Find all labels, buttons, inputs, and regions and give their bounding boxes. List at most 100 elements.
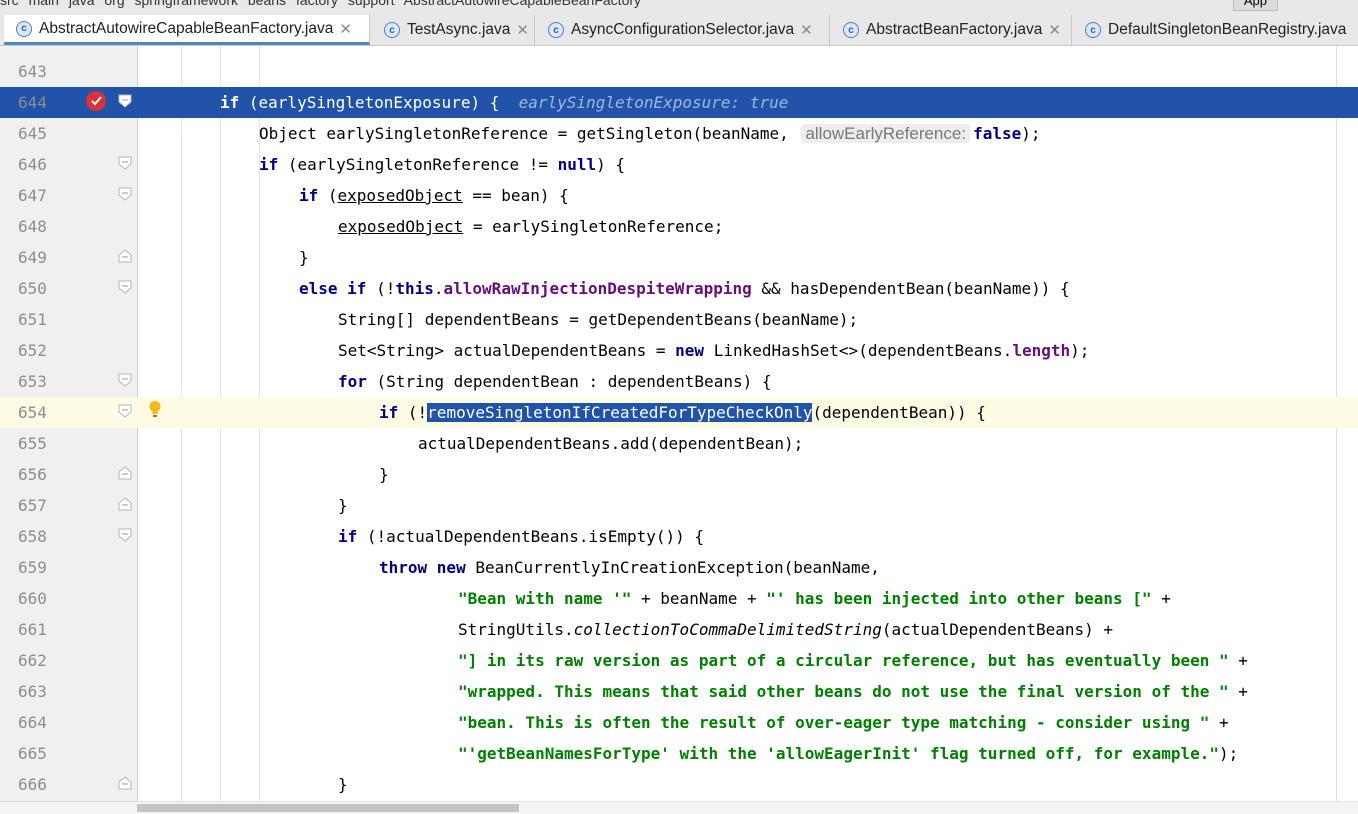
tab-label: AbstractBeanFactory.java (866, 21, 1043, 38)
fold-marker-icon[interactable] (118, 373, 132, 387)
string-literal: "] in its raw version as part of a circu… (458, 651, 1229, 670)
breakpoint-icon[interactable] (86, 91, 106, 111)
code-line: 653 for (String dependentBean : dependen… (0, 366, 1358, 397)
line-number: 660 (18, 589, 47, 608)
string-literal: "' has been injected into other beans [" (766, 589, 1152, 608)
selected-text[interactable]: removeSingletonIfCreatedForTypeCheckOnly (427, 403, 813, 422)
code-line: 650 else if (!this.allowRawInjectionDesp… (0, 273, 1358, 304)
code-line: 647 if (exposedObject == bean) { (0, 180, 1358, 211)
code-span: ); (1070, 341, 1090, 360)
tab-abstract-bean-factory[interactable]: c AbstractBeanFactory.java ✕ (831, 15, 1072, 45)
string-literal: "bean. This is often the result of over-… (458, 713, 1210, 732)
keyword: throw new (379, 558, 466, 577)
breadcrumb-item[interactable]: main (29, 0, 59, 8)
code-line: 657 } (0, 490, 1358, 521)
tab-label: AsyncConfigurationSelector.java (571, 21, 795, 38)
code-span: Object earlySingletonReference = getSing… (259, 124, 799, 143)
close-icon[interactable]: ✕ (800, 21, 813, 39)
fold-marker-icon[interactable] (118, 249, 132, 263)
code-line: 663 "wrapped. This means that said other… (0, 676, 1358, 707)
code-span: (dependentBean)) { (812, 403, 986, 422)
string-literal: "'getBeanNamesForType' with the 'allowEa… (458, 744, 1219, 763)
code-span: (earlySingletonExposure) { (239, 93, 500, 112)
lightbulb-icon[interactable] (148, 400, 162, 418)
line-number: 657 (18, 496, 47, 515)
tab-test-async[interactable]: c TestAsync.java ✕ (372, 15, 535, 45)
string-literal: "Bean with name '" (458, 589, 632, 608)
static-method-call: collectionToCommaDelimitedString (573, 620, 882, 639)
code-span: + (1228, 651, 1248, 670)
reassigned-variable: exposedObject (337, 186, 463, 205)
code-line: 652 Set<String> actualDependentBeans = n… (0, 335, 1358, 366)
breadcrumb-item[interactable]: factory (296, 0, 338, 8)
code-span: BeanCurrentlyInCreationException(beanNam… (465, 558, 880, 577)
class-c-icon: c (384, 22, 400, 38)
code-span: + (1228, 682, 1248, 701)
code-text: } (338, 496, 348, 515)
breadcrumb-item[interactable]: src (0, 0, 19, 8)
fold-marker-icon[interactable] (118, 187, 132, 201)
line-number: 666 (18, 775, 47, 794)
code-text: "Bean with name '" + beanName + "' has b… (458, 583, 1171, 614)
fold-marker-icon[interactable] (118, 466, 132, 480)
code-text: if (!removeSingletonIfCreatedForTypeChec… (379, 397, 986, 428)
code-line: 660 "Bean with name '" + beanName + "' h… (0, 583, 1358, 614)
breadcrumb-item[interactable]: AbstractAutowireCapableBeanFactory (404, 0, 641, 8)
code-span: = earlySingletonReference; (463, 217, 724, 236)
inline-debug-value: earlySingletonExposure: true (518, 93, 789, 112)
code-text: for (String dependentBean : dependentBea… (338, 366, 771, 397)
code-text: actualDependentBeans.add(dependentBean); (418, 434, 804, 453)
tab-label: TestAsync.java (407, 21, 511, 38)
tab-label: DefaultSingletonBeanRegistry.java (1108, 21, 1347, 38)
scrollbar-thumb[interactable] (137, 804, 519, 812)
fold-marker-icon[interactable] (118, 497, 132, 511)
fold-marker-icon[interactable] (118, 404, 132, 418)
breadcrumb-item[interactable]: beans (248, 0, 286, 8)
line-number: 656 (18, 465, 47, 484)
fold-marker-icon[interactable] (118, 94, 132, 108)
line-number: 646 (18, 155, 47, 174)
line-number: 661 (18, 620, 47, 639)
run-configuration-select[interactable]: App (1232, 0, 1278, 11)
code-span: ( (318, 186, 338, 205)
editor-tab-bar: c AbstractAutowireCapableBeanFactory.jav… (0, 14, 1358, 46)
fold-marker-icon[interactable] (118, 776, 132, 790)
tab-abstract-autowire-capable-bean-factory[interactable]: c AbstractAutowireCapableBeanFactory.jav… (4, 15, 370, 45)
code-line: 651 String[] dependentBeans = getDepende… (0, 304, 1358, 335)
code-line: 666 } (0, 769, 1358, 800)
code-text: } (379, 465, 389, 484)
line-number: 644 (18, 93, 47, 112)
keyword: if (299, 186, 319, 205)
code-line: 665 "'getBeanNamesForType' with the 'all… (0, 738, 1358, 769)
horizontal-scrollbar[interactable] (0, 801, 1358, 814)
close-icon[interactable]: ✕ (339, 20, 352, 38)
tab-default-singleton-bean-registry[interactable]: c DefaultSingletonBeanRegistry.java (1073, 15, 1358, 45)
parameter-hint: allowEarlyReference: (801, 124, 971, 143)
fold-marker-icon[interactable] (118, 156, 132, 170)
fold-marker-icon[interactable] (118, 280, 132, 294)
code-text: } (338, 775, 348, 794)
breadcrumb-item[interactable]: org (104, 0, 124, 8)
code-span: (earlySingletonReference != (278, 155, 558, 174)
code-span: Set<String> actualDependentBeans = (338, 341, 676, 360)
close-icon[interactable]: ✕ (1048, 21, 1061, 39)
tab-async-configuration-selector[interactable]: c AsyncConfigurationSelector.java ✕ (536, 15, 830, 45)
class-c-icon: c (843, 22, 859, 38)
code-span: == bean) { (462, 186, 569, 205)
breadcrumb-item[interactable]: springframework (135, 0, 238, 8)
code-line: 646 if (earlySingletonReference != null)… (0, 149, 1358, 180)
code-line: 662 "] in its raw version as part of a c… (0, 645, 1358, 676)
line-number: 649 (18, 248, 47, 267)
breadcrumb-item[interactable]: support (348, 0, 395, 8)
close-icon[interactable]: ✕ (516, 21, 529, 39)
code-line: 648 exposedObject = earlySingletonRefere… (0, 211, 1358, 242)
code-text: exposedObject = earlySingletonReference; (338, 211, 723, 242)
line-number: 647 (18, 186, 47, 205)
breadcrumb-item[interactable]: java (69, 0, 95, 8)
line-number: 643 (18, 62, 47, 81)
fold-marker-icon[interactable] (118, 528, 132, 542)
code-span: ) { (596, 155, 626, 174)
code-span: LinkedHashSet<>(dependentBeans. (704, 341, 1013, 360)
tab-label: AbstractAutowireCapableBeanFactory.java (39, 19, 334, 37)
line-number: 648 (18, 217, 47, 236)
